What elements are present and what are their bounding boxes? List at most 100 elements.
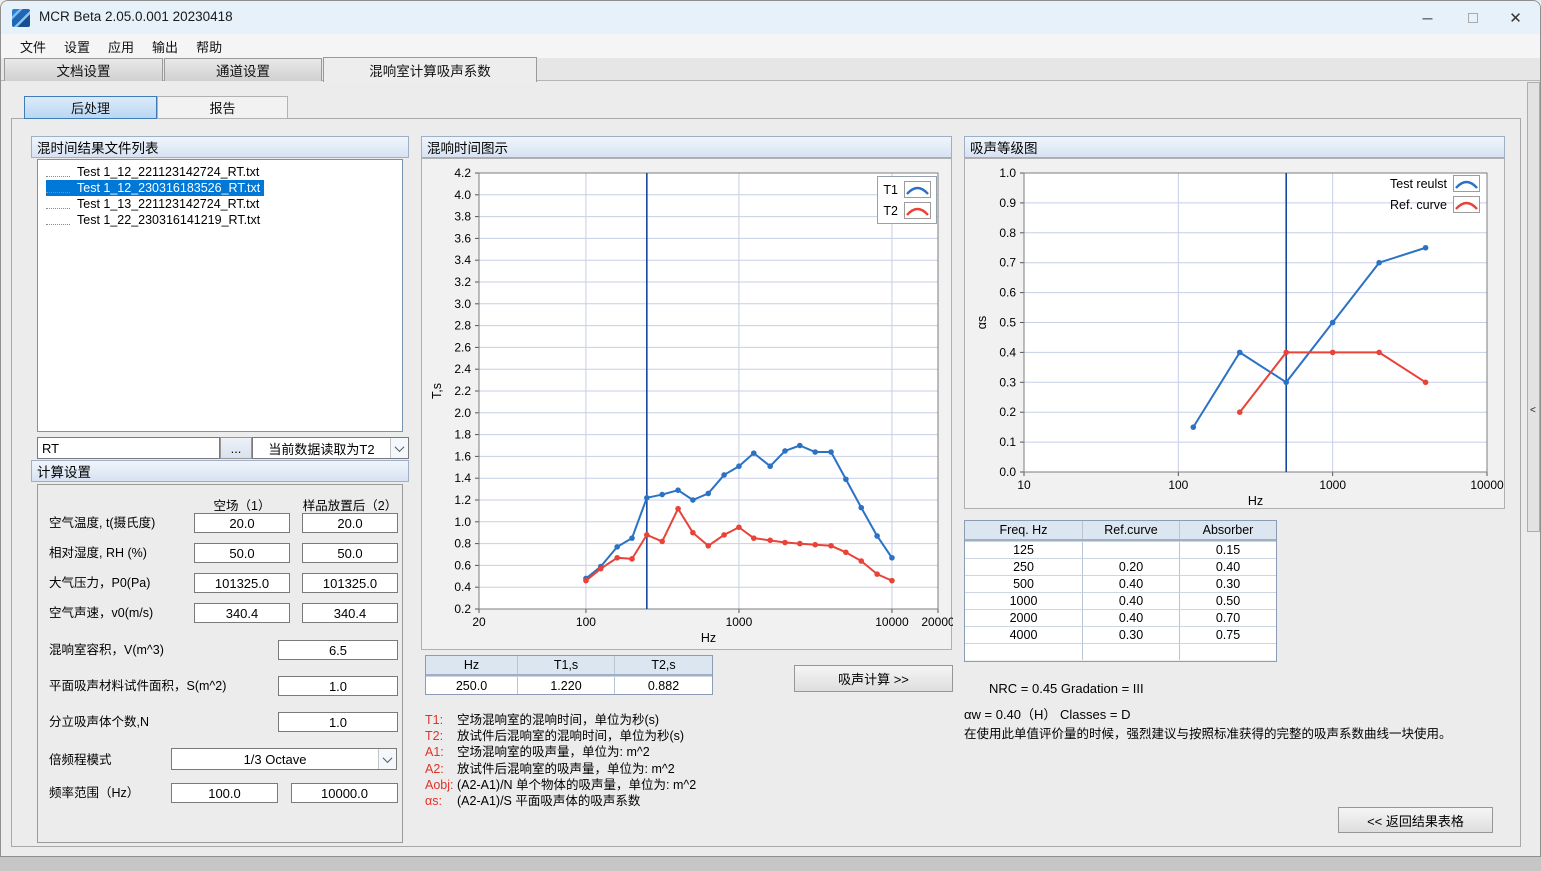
svg-text:1.0: 1.0	[999, 166, 1016, 180]
absorption-table-cell: 0.50	[1180, 592, 1276, 609]
svg-text:1.6: 1.6	[454, 449, 471, 463]
note-a1: A1:空场混响室的吸声量，单位为: m^2	[425, 744, 955, 760]
octave-mode-select[interactable]: 1/3 Octave	[171, 748, 397, 770]
svg-text:20000: 20000	[921, 615, 953, 629]
freq-max-field[interactable]	[291, 783, 398, 803]
file-list-item[interactable]: Test 1_13_221123142724_RT.txt	[38, 196, 402, 212]
svg-text:3.2: 3.2	[454, 275, 471, 289]
file-name: Test 1_12_221123142724_RT.txt	[77, 164, 259, 180]
absorption-table-cell: 2000	[965, 609, 1083, 626]
absorption-table-cell: 0.30	[1083, 626, 1180, 643]
file-name: Test 1_13_221123142724_RT.txt	[77, 196, 259, 212]
air-temp-field-1[interactable]	[194, 513, 290, 533]
svg-text:0.2: 0.2	[999, 405, 1016, 419]
nrc-result-text: NRC = 0.45 Gradation = III	[989, 681, 1144, 696]
air-temp-field-2[interactable]	[302, 513, 398, 533]
maximize-icon	[1468, 13, 1478, 23]
main-tab-strip: 文档设置 通道设置 混响室计算吸声系数	[1, 58, 1540, 81]
menu-output[interactable]: 输出	[143, 34, 187, 58]
menu-help[interactable]: 帮助	[187, 34, 231, 58]
legend-item: T2	[883, 202, 931, 219]
svg-text:20: 20	[472, 615, 486, 629]
svg-text:1000: 1000	[1319, 478, 1346, 492]
absorption-table-cell: 0.40	[1180, 558, 1276, 575]
room-volume-field[interactable]	[278, 640, 398, 660]
title-bar: MCR Beta 2.05.0.001 20230418 ─ ✕	[1, 1, 1540, 34]
absorption-calc-button[interactable]: 吸声计算 >>	[794, 665, 953, 692]
sound-speed-field-2[interactable]	[302, 603, 398, 623]
svg-text:0.4: 0.4	[999, 345, 1016, 359]
svg-text:3.6: 3.6	[454, 231, 471, 245]
humidity-field-1[interactable]	[194, 543, 290, 563]
minimize-button[interactable]: ─	[1405, 1, 1450, 34]
close-button[interactable]: ✕	[1493, 1, 1538, 34]
svg-text:2.0: 2.0	[454, 406, 471, 420]
window-title: MCR Beta 2.05.0.001 20230418	[39, 9, 233, 24]
maximize-button[interactable]	[1450, 1, 1495, 34]
absorber-count-field[interactable]	[278, 712, 398, 732]
sound-speed-field-1[interactable]	[194, 603, 290, 623]
legend-label: Test reulst	[1390, 177, 1447, 191]
pressure-field-2[interactable]	[302, 573, 398, 593]
rt-chart[interactable]: 0.20.40.60.81.01.21.41.61.82.02.22.42.62…	[422, 159, 953, 651]
svg-text:3.8: 3.8	[454, 210, 471, 224]
humidity-field-2[interactable]	[302, 543, 398, 563]
pressure-field-1[interactable]	[194, 573, 290, 593]
browse-button[interactable]: ...	[220, 437, 252, 459]
series-curve-icon	[904, 202, 931, 219]
window-frame: MCR Beta 2.05.0.001 20230418 ─ ✕ 文件 设置 应…	[0, 0, 1541, 857]
legend-item: T1	[883, 181, 931, 198]
selected-frequency-row: 250.0 1.220 0.882	[426, 676, 712, 694]
menu-bar: 文件 设置 应用 输出 帮助	[1, 34, 1540, 58]
svg-text:1.4: 1.4	[454, 471, 471, 485]
rt-chart-legend: T1T2	[877, 176, 937, 224]
data-read-mode-value: 当前数据读取为T2	[253, 439, 390, 458]
absorption-table-cell: 4000	[965, 626, 1083, 643]
menu-settings[interactable]: 设置	[55, 34, 99, 58]
subtab-report[interactable]: 报告	[157, 96, 288, 119]
rt-name-input[interactable]	[37, 437, 220, 459]
svg-text:0.8: 0.8	[454, 537, 471, 551]
svg-text:10000: 10000	[1470, 478, 1504, 492]
sel-t1: 1.220	[518, 676, 615, 694]
absorption-table-cell: 0.20	[1083, 558, 1180, 575]
absorption-table-cell: 0.30	[1180, 575, 1276, 592]
panel-collapse-handle[interactable]: <	[1527, 82, 1540, 532]
tab-channel-settings[interactable]: 通道设置	[164, 58, 322, 81]
file-list-item[interactable]: Test 1_22_230316141219_RT.txt	[38, 212, 402, 228]
absorption-table-cell: 0.40	[1083, 592, 1180, 609]
octave-mode-label: 倍频程模式	[49, 750, 112, 770]
sample-area-field[interactable]	[278, 676, 398, 696]
menu-apply[interactable]: 应用	[99, 34, 143, 58]
freq-range-label: 频率范围（Hz）	[49, 783, 139, 803]
svg-text:1.2: 1.2	[454, 493, 471, 507]
single-value-notice: 在使用此单值评价量的时候，强烈建议与按照标准获得的完整的吸声系数曲线一块使用。	[964, 723, 1452, 742]
legend-item: Test reulst	[1390, 175, 1480, 192]
desktop-sliver	[0, 857, 1541, 871]
chevron-down-icon	[378, 749, 396, 769]
menu-file[interactable]: 文件	[11, 34, 55, 58]
svg-text:αs: αs	[975, 316, 989, 329]
air-temp-label: 空气温度, t(摄氏度)	[49, 513, 155, 533]
absorption-table-row: 20000.400.70	[965, 609, 1276, 626]
absorption-table-cell	[1083, 541, 1180, 558]
file-list-item[interactable]: Test 1_12_221123142724_RT.txt	[38, 164, 402, 180]
legend-label: T2	[883, 204, 898, 218]
column-header-empty-room: 空场（1）	[194, 495, 290, 514]
absorption-table-cell: 500	[965, 575, 1083, 592]
back-to-results-button[interactable]: << 返回结果表格	[1338, 807, 1493, 833]
svg-text:4.2: 4.2	[454, 166, 471, 180]
svg-text:100: 100	[576, 615, 596, 629]
absorption-table-cell: 125	[965, 541, 1083, 558]
rt-file-list[interactable]: Test 1_12_221123142724_RT.txtTest 1_12_2…	[37, 159, 403, 432]
freq-min-field[interactable]	[171, 783, 278, 803]
file-list-item[interactable]: Test 1_12_230316183526_RT.txt	[38, 180, 402, 196]
absorber-count-label: 分立吸声体个数,N	[49, 712, 149, 732]
note-t1: T1:空场混响室的混响时间，单位为秒(s)	[425, 712, 955, 728]
tab-document-settings[interactable]: 文档设置	[4, 58, 163, 81]
tab-reverb-absorption[interactable]: 混响室计算吸声系数	[323, 57, 537, 82]
data-read-mode-select[interactable]: 当前数据读取为T2	[252, 437, 409, 459]
subtab-postprocess[interactable]: 后处理	[24, 96, 157, 119]
absorption-table-cell: 0.40	[1083, 575, 1180, 592]
series-curve-icon	[1453, 175, 1480, 192]
